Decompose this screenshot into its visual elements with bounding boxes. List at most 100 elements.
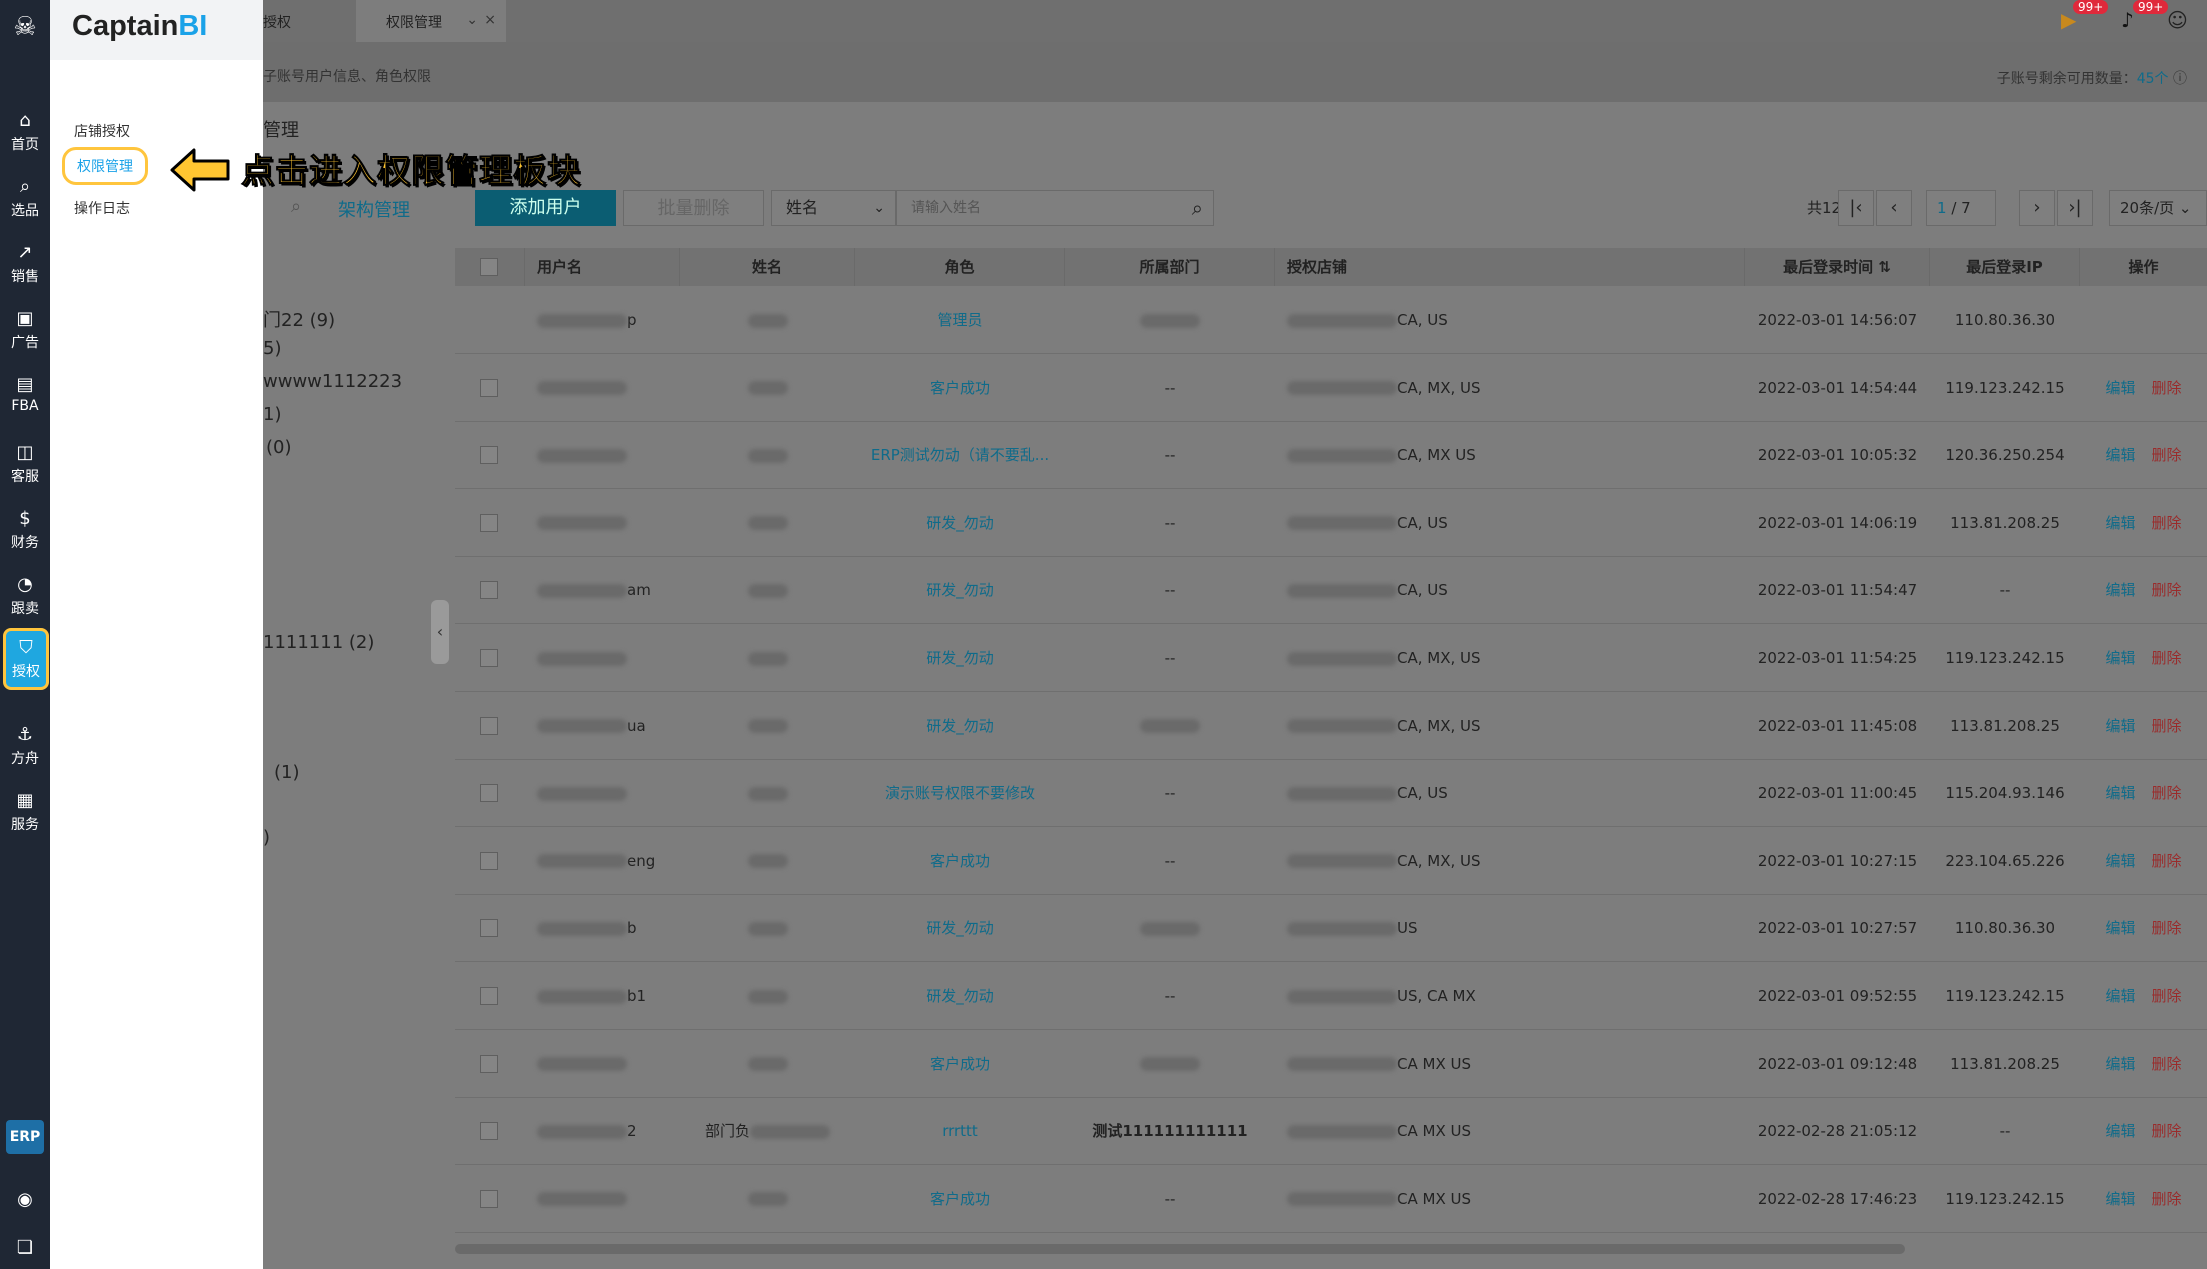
role-link[interactable]: 客户成功 bbox=[930, 1055, 990, 1073]
nav-item-3[interactable]: ▣ 广告 bbox=[0, 302, 50, 364]
edit-link[interactable]: 编辑 bbox=[2105, 446, 2135, 464]
row-checkbox[interactable] bbox=[480, 1189, 498, 1208]
role-link[interactable]: 研发_勿动 bbox=[926, 987, 994, 1005]
submenu-item-operation-log[interactable]: 操作日志 bbox=[74, 198, 130, 218]
delete-link[interactable]: 删除 bbox=[2152, 919, 2182, 937]
delete-link[interactable]: 删除 bbox=[2152, 987, 2182, 1005]
edit-link[interactable]: 编辑 bbox=[2105, 379, 2135, 397]
tree-node[interactable]: ) bbox=[263, 827, 270, 848]
row-checkbox[interactable] bbox=[480, 513, 498, 532]
nav-item-5[interactable]: ◫ 客服 bbox=[0, 436, 50, 498]
prev-page-button[interactable]: ‹ bbox=[1876, 190, 1912, 226]
edit-link[interactable]: 编辑 bbox=[2105, 1122, 2135, 1140]
arch-manage-link[interactable]: 架构管理 bbox=[338, 196, 410, 222]
col-last-login-time[interactable]: 最后登录时间 ⇅ bbox=[1745, 248, 1930, 286]
tab-auth[interactable]: 授权 bbox=[263, 12, 291, 32]
user-avatar-icon[interactable]: ☺ bbox=[2167, 8, 2188, 32]
nav-item-4[interactable]: ▤ FBA bbox=[0, 368, 50, 430]
filter-field-select[interactable]: 姓名 ⌄ bbox=[771, 190, 896, 226]
edit-link[interactable]: 编辑 bbox=[2105, 649, 2135, 667]
tree-search-icon[interactable]: ⌕ bbox=[291, 196, 301, 217]
role-link[interactable]: 客户成功 bbox=[930, 852, 990, 870]
edit-link[interactable]: 编辑 bbox=[2105, 717, 2135, 735]
nav-item-1[interactable]: ⌕ 选品 bbox=[0, 170, 50, 232]
batch-delete-button[interactable]: 批量删除 bbox=[623, 190, 764, 226]
edit-link[interactable]: 编辑 bbox=[2105, 919, 2135, 937]
tree-node[interactable]: 1) bbox=[263, 404, 281, 425]
delete-link[interactable]: 删除 bbox=[2152, 446, 2182, 464]
edit-link[interactable]: 编辑 bbox=[2105, 1190, 2135, 1208]
role-link[interactable]: ERP测试勿动（请不要乱... bbox=[871, 446, 1049, 464]
edit-link[interactable]: 编辑 bbox=[2105, 987, 2135, 1005]
edit-link[interactable]: 编辑 bbox=[2105, 1055, 2135, 1073]
tree-node[interactable]: 1111111 (2) bbox=[263, 632, 374, 653]
role-link[interactable]: 研发_勿动 bbox=[926, 514, 994, 532]
help-icon[interactable]: ◉ bbox=[13, 1188, 37, 1212]
tree-node[interactable]: (0) bbox=[266, 437, 292, 458]
delete-link[interactable]: 删除 bbox=[2152, 1055, 2182, 1073]
last-page-button[interactable]: ›| bbox=[2057, 190, 2093, 226]
role-link[interactable]: 研发_勿动 bbox=[926, 919, 994, 937]
edit-link[interactable]: 编辑 bbox=[2105, 514, 2135, 532]
row-checkbox[interactable] bbox=[480, 1122, 498, 1141]
row-checkbox[interactable] bbox=[480, 987, 498, 1005]
nav-item-0[interactable]: ⌂ 首页 bbox=[0, 104, 50, 166]
nav-item-8[interactable]: ⛉ 授权 bbox=[3, 628, 49, 690]
delete-link[interactable]: 删除 bbox=[2152, 1190, 2182, 1208]
search-icon[interactable]: ⌕ bbox=[1192, 191, 1203, 225]
role-link[interactable]: 管理员 bbox=[937, 311, 982, 329]
chevron-down-icon[interactable]: ⌄ bbox=[466, 12, 478, 28]
role-link[interactable]: 研发_勿动 bbox=[926, 581, 994, 599]
edit-link[interactable]: 编辑 bbox=[2105, 852, 2135, 870]
nav-item-7[interactable]: ◔ 跟卖 bbox=[0, 568, 50, 630]
nav-item-10[interactable]: ▦ 服务 bbox=[0, 784, 50, 846]
row-checkbox[interactable] bbox=[480, 784, 498, 803]
delete-link[interactable]: 删除 bbox=[2152, 852, 2182, 870]
erp-button[interactable]: ERP bbox=[6, 1120, 44, 1154]
nav-item-2[interactable]: ↗ 销售 bbox=[0, 236, 50, 298]
next-page-button[interactable]: › bbox=[2019, 190, 2055, 226]
nav-item-6[interactable]: $ 财务 bbox=[0, 502, 50, 564]
first-page-button[interactable]: |‹ bbox=[1838, 190, 1874, 226]
delete-link[interactable]: 删除 bbox=[2152, 379, 2182, 397]
delete-link[interactable]: 删除 bbox=[2152, 717, 2182, 735]
role-link[interactable]: 客户成功 bbox=[930, 379, 990, 397]
row-checkbox[interactable] bbox=[480, 581, 498, 600]
row-checkbox[interactable] bbox=[480, 1054, 498, 1073]
row-checkbox[interactable] bbox=[480, 649, 498, 667]
tree-node[interactable]: wwww111222333 bbox=[263, 371, 403, 392]
delete-link[interactable]: 删除 bbox=[2152, 649, 2182, 667]
per-page-select[interactable]: 20条/页 ⌄ bbox=[2109, 190, 2207, 226]
app-logo-icon[interactable]: ☠ bbox=[10, 12, 40, 48]
edit-link[interactable]: 编辑 bbox=[2105, 581, 2135, 599]
role-link[interactable]: 客户成功 bbox=[930, 1190, 990, 1208]
add-user-button[interactable]: 添加用户 bbox=[475, 190, 616, 226]
page-input[interactable]: 1 / 7 bbox=[1926, 190, 1996, 226]
select-all-checkbox[interactable] bbox=[480, 258, 498, 276]
tree-node[interactable]: 5) bbox=[263, 338, 281, 359]
delete-link[interactable]: 删除 bbox=[2152, 514, 2182, 532]
submenu-item-permission[interactable]: 权限管理 bbox=[62, 147, 148, 185]
row-checkbox[interactable] bbox=[480, 446, 498, 465]
gift-icon[interactable]: ❏ bbox=[13, 1236, 37, 1260]
row-checkbox[interactable] bbox=[480, 919, 498, 938]
role-link[interactable]: 研发_勿动 bbox=[926, 717, 994, 735]
edit-link[interactable]: 编辑 bbox=[2105, 784, 2135, 802]
row-checkbox[interactable] bbox=[480, 716, 498, 735]
tab-permission[interactable]: 权限管理 ⌄ × bbox=[356, 0, 506, 42]
search-input[interactable]: 请输入姓名 ⌕ bbox=[896, 190, 1214, 226]
delete-link[interactable]: 删除 bbox=[2152, 1122, 2182, 1140]
horizontal-scrollbar[interactable] bbox=[455, 1244, 1905, 1254]
delete-link[interactable]: 删除 bbox=[2152, 784, 2182, 802]
nav-item-9[interactable]: ⚓ 方舟 bbox=[0, 718, 50, 780]
submenu-item-store-auth[interactable]: 店铺授权 bbox=[74, 121, 130, 141]
close-icon[interactable]: × bbox=[484, 12, 496, 28]
collapse-handle[interactable]: ‹ bbox=[431, 600, 449, 664]
row-checkbox[interactable] bbox=[480, 851, 498, 870]
tree-node[interactable]: 门22 (9) bbox=[263, 306, 335, 332]
row-checkbox[interactable] bbox=[480, 378, 498, 397]
tree-node[interactable]: (1) bbox=[274, 762, 300, 783]
delete-link[interactable]: 删除 bbox=[2152, 581, 2182, 599]
role-link[interactable]: rrrttt bbox=[942, 1122, 978, 1140]
bell-icon[interactable]: ♪ bbox=[2121, 8, 2134, 32]
